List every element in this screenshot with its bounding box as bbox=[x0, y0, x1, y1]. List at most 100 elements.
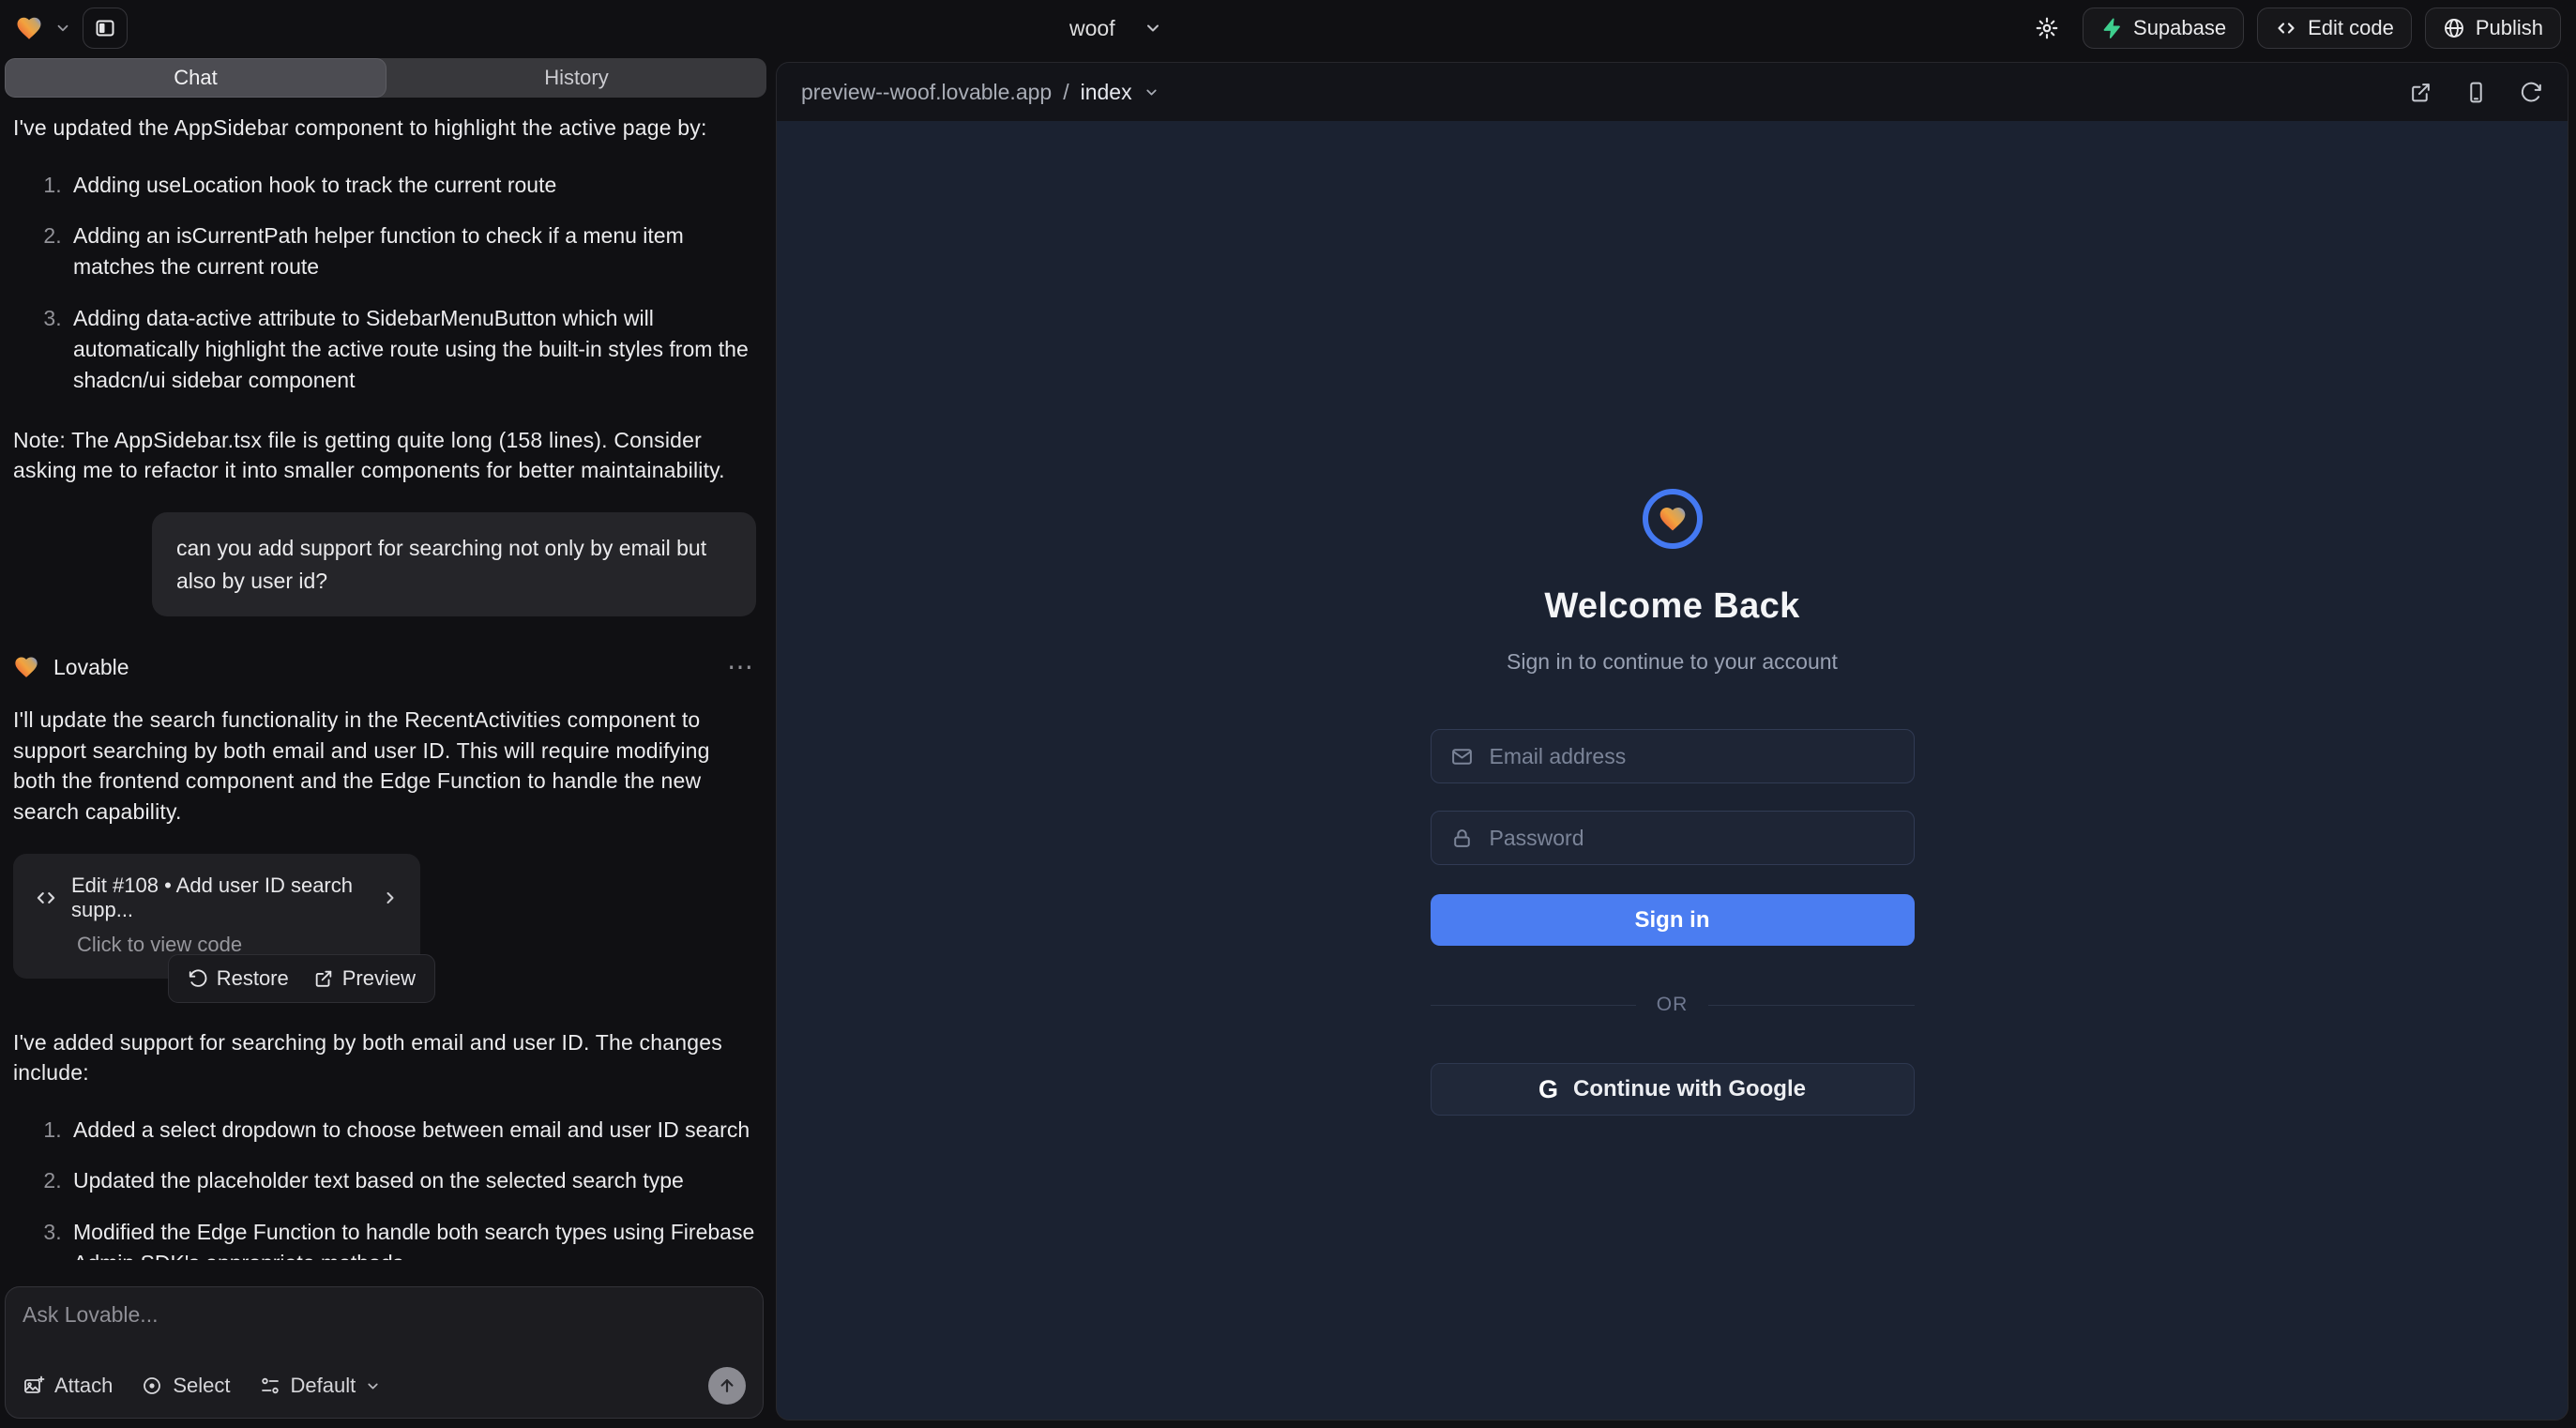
mobile-view-button[interactable] bbox=[2464, 81, 2488, 104]
preview-button[interactable]: Preview bbox=[304, 961, 425, 996]
assistant-name: Lovable bbox=[53, 655, 129, 680]
topbar-actions: Supabase Edit code Publish bbox=[2024, 8, 2561, 49]
project-switcher[interactable]: woof bbox=[1069, 0, 1162, 56]
target-icon bbox=[141, 1375, 163, 1397]
edit-card-title-row: Edit #108 • Add user ID search supp... bbox=[34, 874, 400, 922]
sliders-icon bbox=[259, 1375, 281, 1397]
supabase-button[interactable]: Supabase bbox=[2083, 8, 2244, 49]
publish-button[interactable]: Publish bbox=[2425, 8, 2561, 49]
list-item: Modified the Edge Function to handle bot… bbox=[68, 1217, 756, 1260]
tab-history[interactable]: History bbox=[386, 58, 766, 98]
lovable-heart-icon bbox=[13, 654, 39, 680]
mode-selector-button[interactable]: Default bbox=[259, 1374, 382, 1398]
preview-panel: preview--woof.lovable.app / index bbox=[776, 62, 2568, 1420]
lovable-logo-heart-icon bbox=[15, 14, 43, 42]
signin-card: Welcome Back Sign in to continue to your… bbox=[1431, 489, 1915, 1420]
preview-viewport: Welcome Back Sign in to continue to your… bbox=[777, 121, 2568, 1420]
preview-actions bbox=[2409, 81, 2543, 104]
tab-history-label: History bbox=[544, 66, 608, 90]
message-options-button[interactable]: ⋯ bbox=[727, 654, 756, 680]
select-element-button[interactable]: Select bbox=[141, 1374, 230, 1398]
user-message-bubble: can you add support for searching not on… bbox=[152, 512, 756, 616]
email-field[interactable] bbox=[1490, 744, 1895, 769]
attach-button[interactable]: Attach bbox=[23, 1374, 113, 1398]
chat-message-list[interactable]: I've updated the AppSidebar component to… bbox=[0, 98, 771, 1260]
edit-card-subtitle: Click to view code bbox=[77, 933, 400, 957]
list-item: Updated the placeholder text based on th… bbox=[68, 1165, 756, 1196]
refresh-button[interactable] bbox=[2520, 81, 2543, 104]
divider-line bbox=[1431, 1005, 1636, 1006]
heart-icon bbox=[1658, 504, 1688, 534]
gear-icon bbox=[2035, 16, 2059, 40]
composer: Attach Select Default bbox=[5, 1286, 764, 1419]
preview-label: Preview bbox=[342, 966, 416, 991]
assistant-numbered-list: Added a select dropdown to choose betwee… bbox=[13, 1115, 756, 1260]
preview-page: index bbox=[1081, 80, 1132, 105]
email-field-wrapper bbox=[1431, 729, 1915, 783]
chevron-down-icon bbox=[54, 20, 71, 37]
divider-line bbox=[1708, 1005, 1914, 1006]
project-name: woof bbox=[1069, 16, 1115, 41]
lovable-app-window: woof Supabase Edit code bbox=[0, 0, 2576, 1428]
tab-chat[interactable]: Chat bbox=[5, 58, 386, 98]
password-field-wrapper bbox=[1431, 811, 1915, 865]
send-button[interactable] bbox=[708, 1367, 746, 1405]
assistant-paragraph: I've added support for searching by both… bbox=[13, 1027, 756, 1088]
assistant-message-header: Lovable ⋯ bbox=[13, 654, 756, 680]
edit-code-label: Edit code bbox=[2308, 16, 2394, 40]
rotate-ccw-icon bbox=[188, 968, 208, 989]
chevron-down-icon bbox=[365, 1378, 381, 1394]
password-field[interactable] bbox=[1490, 826, 1895, 851]
chevron-down-icon bbox=[1144, 19, 1162, 38]
preview-header: preview--woof.lovable.app / index bbox=[777, 63, 2568, 121]
assistant-paragraph: I've updated the AppSidebar component to… bbox=[13, 113, 756, 144]
code-icon bbox=[2275, 17, 2297, 39]
external-link-icon bbox=[2409, 81, 2432, 104]
attach-label: Attach bbox=[54, 1374, 113, 1398]
supabase-bolt-icon bbox=[2100, 17, 2123, 39]
restore-button[interactable]: Restore bbox=[178, 961, 298, 996]
topbar: woof Supabase Edit code bbox=[0, 0, 2576, 56]
app-logo bbox=[1643, 489, 1703, 549]
page-title: Welcome Back bbox=[1431, 586, 1915, 627]
preview-host: preview--woof.lovable.app bbox=[801, 80, 1052, 105]
chat-input[interactable] bbox=[23, 1302, 746, 1362]
toggle-sidebar-button[interactable] bbox=[83, 8, 128, 49]
path-separator: / bbox=[1063, 80, 1068, 105]
panel-left-icon bbox=[94, 17, 116, 39]
divider-label: OR bbox=[1657, 994, 1689, 1016]
supabase-label: Supabase bbox=[2133, 16, 2226, 40]
chat-panel: Chat History I've updated the AppSidebar… bbox=[0, 56, 771, 1428]
continue-with-google-button[interactable]: G Continue with Google bbox=[1431, 1063, 1915, 1116]
list-item: Adding an isCurrentPath helper function … bbox=[68, 220, 756, 283]
list-item: Adding data-active attribute to SidebarM… bbox=[68, 303, 756, 397]
user-message-row: can you add support for searching not on… bbox=[13, 512, 756, 616]
settings-button[interactable] bbox=[2024, 8, 2069, 49]
page-subtitle: Sign in to continue to your account bbox=[1431, 649, 1915, 675]
assistant-paragraph: I'll update the search functionality in … bbox=[13, 705, 756, 828]
preview-address-bar[interactable]: preview--woof.lovable.app / index bbox=[801, 80, 1159, 105]
refresh-icon bbox=[2520, 81, 2543, 104]
ellipsis-icon: ⋯ bbox=[727, 652, 756, 681]
select-label: Select bbox=[173, 1374, 230, 1398]
sign-in-button[interactable]: Sign in bbox=[1431, 894, 1915, 946]
edit-code-card[interactable]: Edit #108 • Add user ID search supp... C… bbox=[13, 854, 420, 979]
arrow-up-icon bbox=[718, 1376, 736, 1395]
globe-icon bbox=[2443, 17, 2465, 39]
list-item: Adding useLocation hook to track the cur… bbox=[68, 170, 756, 201]
edit-code-button[interactable]: Edit code bbox=[2257, 8, 2412, 49]
mail-icon bbox=[1450, 745, 1474, 768]
mode-label: Default bbox=[291, 1374, 356, 1398]
chevron-down-icon bbox=[1144, 84, 1159, 100]
code-icon bbox=[34, 886, 58, 910]
chat-history-tabbar: Chat History bbox=[5, 58, 766, 98]
assistant-numbered-list: Adding useLocation hook to track the cur… bbox=[13, 170, 756, 397]
open-in-new-tab-button[interactable] bbox=[2409, 81, 2432, 104]
composer-toolbar: Attach Select Default bbox=[23, 1367, 746, 1405]
external-link-icon bbox=[313, 968, 334, 989]
workspace-menu[interactable] bbox=[15, 14, 71, 42]
edit-card-toolbar: Restore Preview bbox=[168, 954, 435, 1003]
or-divider: OR bbox=[1431, 994, 1915, 1016]
tab-chat-label: Chat bbox=[174, 66, 217, 90]
restore-label: Restore bbox=[217, 966, 289, 991]
